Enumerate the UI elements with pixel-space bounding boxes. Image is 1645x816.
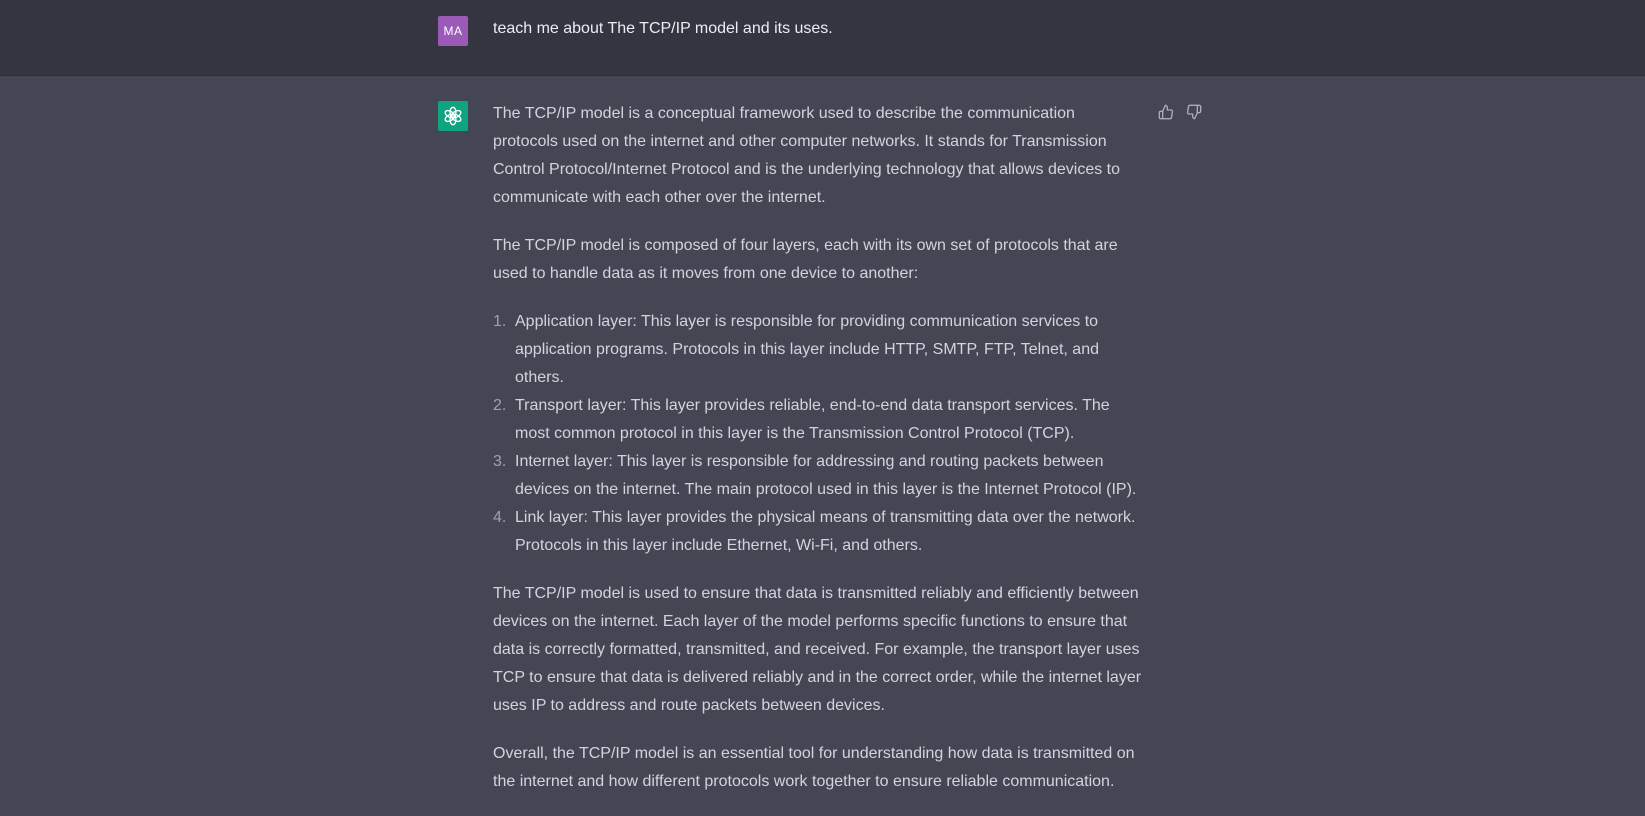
list-item: 1. Application layer: This layer is resp… [493,308,1143,392]
answer-paragraph: The TCP/IP model is a conceptual framewo… [493,105,1121,206]
list-item: 2. Transport layer: This layer provides … [493,392,1143,448]
assistant-avatar [438,101,468,131]
thumbs-up-icon [1158,104,1174,120]
list-number: 3. [493,453,507,470]
list-item: 4. Link layer: This layer provides the p… [493,504,1143,560]
list-number: 1. [493,313,507,330]
user-message-text: teach me about The TCP/IP model and its … [493,20,833,37]
answer-paragraph: Overall, the TCP/IP model is an essentia… [493,745,1135,790]
list-item-text: Application layer: This layer is respons… [515,313,1099,386]
list-number: 2. [493,397,507,414]
thumbs-down-button[interactable] [1184,102,1204,122]
user-message-row: MA teach me about The TCP/IP model and i… [0,0,1645,76]
answer-paragraph: The TCP/IP model is composed of four lay… [493,237,1118,282]
list-item: 3. Internet layer: This layer is respons… [493,448,1143,504]
thumbs-down-icon [1186,104,1202,120]
user-avatar: MA [438,16,468,46]
list-item-text: Link layer: This layer provides the phys… [515,509,1136,554]
list-number: 4. [493,509,507,526]
assistant-message-body: The TCP/IP model is a conceptual framewo… [493,100,1143,816]
assistant-message-row: The TCP/IP model is a conceptual framewo… [0,76,1645,799]
answer-paragraph: The TCP/IP model is used to ensure that … [493,585,1142,714]
list-item-text: Transport layer: This layer provides rel… [515,397,1110,442]
list-item-text: Internet layer: This layer is responsibl… [515,453,1137,498]
layer-list: 1. Application layer: This layer is resp… [493,308,1143,560]
thumbs-up-button[interactable] [1156,102,1176,122]
openai-logo-icon [444,106,462,126]
